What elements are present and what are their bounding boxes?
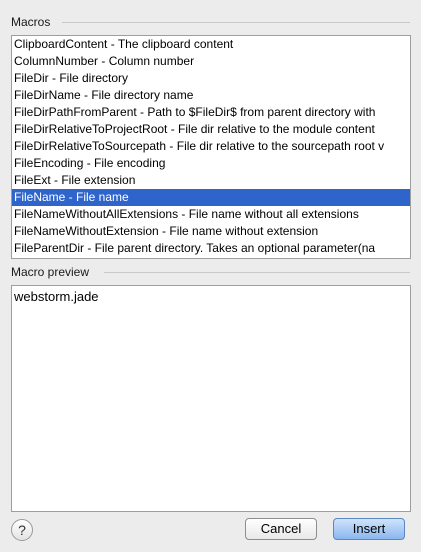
insert-button[interactable]: Insert [333, 518, 405, 540]
macro-list-item-selected[interactable]: FileName - File name [12, 189, 410, 206]
macros-list[interactable]: ClipboardContent - The clipboard content… [11, 35, 411, 259]
macro-preview-text: webstorm.jade [14, 289, 99, 304]
macros-separator [62, 22, 410, 23]
macro-list-item[interactable]: ColumnNumber - Column number [12, 53, 410, 70]
help-button[interactable]: ? [11, 519, 33, 541]
macro-list-item[interactable]: FileDir - File directory [12, 70, 410, 87]
macro-preview-label: Macro preview [11, 265, 90, 279]
macro-list-item[interactable]: FileParentDir - File parent directory. T… [12, 240, 410, 257]
cancel-button[interactable]: Cancel [245, 518, 317, 540]
macro-list-item[interactable]: FileDirRelativeToSourcepath - File dir r… [12, 138, 410, 155]
macro-preview-box: webstorm.jade [11, 285, 411, 512]
macro-list-item[interactable]: ClipboardContent - The clipboard content [12, 36, 410, 53]
macro-preview-separator [104, 272, 410, 273]
macro-list-item[interactable]: FileNameWithoutAllExtensions - File name… [12, 206, 410, 223]
macro-list-item[interactable]: FileDirPathFromParent - Path to $FileDir… [12, 104, 410, 121]
macro-list-item[interactable]: FileNameWithoutExtension - File name wit… [12, 223, 410, 240]
macro-list-item[interactable]: FileDirRelativeToProjectRoot - File dir … [12, 121, 410, 138]
macro-list-item[interactable]: FileDirName - File directory name [12, 87, 410, 104]
macro-list-item[interactable]: FileEncoding - File encoding [12, 155, 410, 172]
macros-section-label: Macros [11, 15, 51, 29]
macro-list-item[interactable]: FileExt - File extension [12, 172, 410, 189]
